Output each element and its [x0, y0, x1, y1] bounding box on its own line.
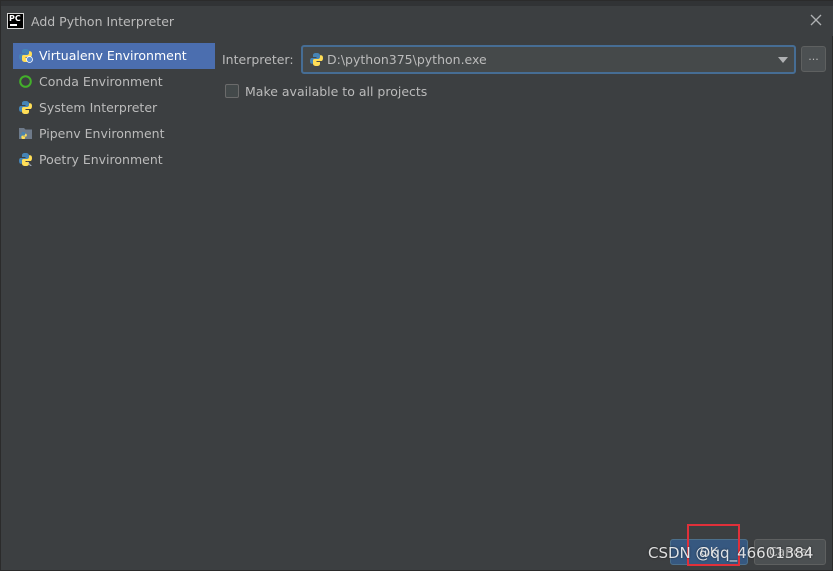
sidebar-item-label: Conda Environment — [39, 74, 163, 89]
conda-icon — [18, 74, 33, 89]
csdn-watermark: CSDN @qq_46601384 — [648, 544, 814, 562]
interpreter-row: Interpreter: D:\python375\python.exe ... — [222, 45, 826, 75]
pycharm-icon: PC — [7, 13, 24, 29]
sidebar-item-label: Virtualenv Environment — [39, 48, 187, 63]
make-available-label[interactable]: Make available to all projects — [245, 84, 427, 99]
sidebar-item-label: Poetry Environment — [39, 152, 163, 167]
interpreter-path: D:\python375\python.exe — [327, 52, 487, 67]
sidebar-item-poetry[interactable]: Poetry Environment — [13, 147, 215, 173]
title-bar: PC Add Python Interpreter — [1, 6, 833, 36]
environment-type-list: Virtualenv Environment Conda Environment… — [13, 43, 215, 173]
interpreter-combobox[interactable]: D:\python375\python.exe — [301, 45, 796, 74]
sidebar-item-system-interpreter[interactable]: System Interpreter — [13, 95, 215, 121]
sidebar-item-pipenv[interactable]: Pipenv Environment — [13, 121, 215, 147]
chevron-down-icon[interactable] — [778, 57, 788, 63]
interpreter-settings-panel: Interpreter: D:\python375\python.exe ...… — [222, 45, 826, 99]
sidebar-item-label: Pipenv Environment — [39, 126, 165, 141]
python-virtualenv-icon — [18, 48, 33, 63]
sidebar-item-virtualenv[interactable]: Virtualenv Environment — [13, 43, 215, 69]
dialog-title: Add Python Interpreter — [31, 14, 175, 29]
make-available-checkbox[interactable] — [225, 84, 239, 98]
sidebar-item-conda[interactable]: Conda Environment — [13, 69, 215, 95]
pipenv-icon — [18, 126, 33, 141]
browse-button[interactable]: ... — [801, 46, 826, 72]
sidebar-item-label: System Interpreter — [39, 100, 158, 115]
close-icon[interactable] — [808, 12, 824, 28]
add-python-interpreter-dialog: PC Add Python Interpreter Virtualenv Env… — [0, 0, 833, 571]
python-icon — [309, 52, 324, 67]
interpreter-label: Interpreter: — [222, 52, 294, 67]
poetry-icon — [18, 152, 33, 167]
python-icon — [18, 100, 33, 115]
